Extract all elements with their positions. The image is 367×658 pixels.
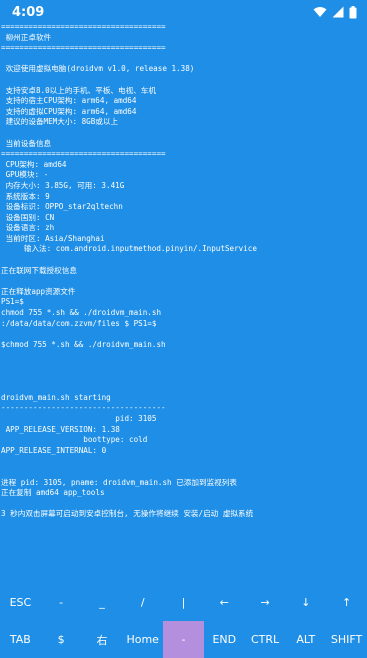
- terminal-line: ------------------------------------: [1, 403, 166, 413]
- terminal-line: 当前时区: Asia/Shanghai: [1, 233, 105, 243]
- alt-key[interactable]: ALT: [285, 621, 326, 658]
- battery-icon: [349, 5, 357, 19]
- status-bar: 4:09: [0, 0, 367, 24]
- home-key[interactable]: Home: [122, 621, 163, 658]
- terminal-line: 进程 pid: 3105, pname: droidvm_main.sh 已添加…: [1, 477, 237, 487]
- terminal-line: 正在复制 amd64 app_tools: [1, 488, 105, 498]
- terminal-line: 柳州正卓软件: [1, 32, 52, 42]
- left-arrow-key[interactable]: ←: [204, 584, 245, 621]
- extra-keys-bar: ESC - _ / | ← → ↓ ↑ TAB $ 右 Home - END CTRL ALT SHIFT: [0, 584, 367, 658]
- terminal-line: boottype: cold: [1, 435, 148, 445]
- terminal-line: 系统版本: 9: [1, 191, 50, 201]
- pipe-key[interactable]: |: [163, 584, 204, 621]
- terminal-line: ====================================: [1, 43, 166, 53]
- underscore-key[interactable]: _: [82, 584, 123, 621]
- terminal-line: 欢迎使用虚拟电脑(droidvm v1.0, release 1.38): [1, 64, 195, 74]
- terminal-line: GPU模块: -: [1, 170, 49, 180]
- right-arrow-key[interactable]: →: [245, 584, 286, 621]
- terminal-line: CPU架构: amd64: [1, 159, 67, 169]
- terminal-line: 3 秒内双击屏幕可启动到安卓控制台, 无操作将继续 安装/启动 虚拟系统: [1, 509, 254, 519]
- terminal-line: ====================================: [1, 149, 166, 159]
- dollar-key[interactable]: $: [41, 621, 82, 658]
- up-arrow-key[interactable]: ↑: [326, 584, 367, 621]
- terminal-line: :/data/data/com.zzvm/files $ PS1=$: [1, 318, 157, 328]
- terminal-line: $chmod 755 *.sh && ./droidvm_main.sh: [1, 339, 166, 349]
- tab-key[interactable]: TAB: [0, 621, 41, 658]
- terminal-line: 设备语言: zh: [1, 223, 55, 233]
- terminal-line: droidvm_main.sh starting: [1, 392, 111, 402]
- terminal-line: 输入法: com.android.inputmethod.pinyin/.Inp…: [1, 244, 257, 254]
- esc-key[interactable]: ESC: [0, 584, 41, 621]
- terminal-line: chmod 755 *.sh && ./droidvm_main.sh: [1, 308, 162, 318]
- right-key[interactable]: 右: [82, 621, 123, 658]
- terminal-line: 内存大小: 3.85G, 可用: 3.41G: [1, 180, 125, 190]
- terminal-line: 当前设备信息: [1, 138, 52, 148]
- terminal-output[interactable]: ==================================== 柳州正…: [1, 22, 367, 582]
- status-icons: [313, 5, 357, 19]
- terminal-line: 设备国别: CN: [1, 212, 55, 222]
- shift-key[interactable]: SHIFT: [326, 621, 367, 658]
- wifi-icon: [313, 6, 327, 18]
- end-key[interactable]: END: [204, 621, 245, 658]
- terminal-line: 支持的宿主CPU架构: arm64, amd64: [1, 96, 137, 106]
- terminal-line: 正在联网下载授权信息: [1, 265, 77, 275]
- terminal-line: pid: 3105: [1, 413, 157, 423]
- signal-icon: [332, 6, 344, 18]
- down-arrow-key[interactable]: ↓: [285, 584, 326, 621]
- status-time: 4:09: [12, 4, 45, 20]
- slash-key[interactable]: /: [122, 584, 163, 621]
- terminal-line: 支持的虚拟CPU架构: arm64, amd64: [1, 106, 137, 116]
- terminal-line: 建议的设备MEM大小: 8GB或以上: [1, 117, 119, 127]
- terminal-line: ====================================: [1, 22, 166, 31]
- dash-key[interactable]: -: [163, 621, 204, 658]
- terminal-line: APP_RELEASE_VERSION: 1.38: [1, 424, 120, 434]
- terminal-line: 支持安卓8.0以上的手机、平板、电视、车机: [1, 85, 156, 95]
- dash-key[interactable]: -: [41, 584, 82, 621]
- terminal-line: 设备标识: OPPO_star2qltechn: [1, 202, 123, 212]
- terminal-line: PS1=$: [1, 297, 24, 307]
- ctrl-key[interactable]: CTRL: [245, 621, 286, 658]
- terminal-line: 正在释放app资源文件: [1, 286, 76, 296]
- terminal-line: APP_RELEASE_INTERNAL: 0: [1, 445, 107, 455]
